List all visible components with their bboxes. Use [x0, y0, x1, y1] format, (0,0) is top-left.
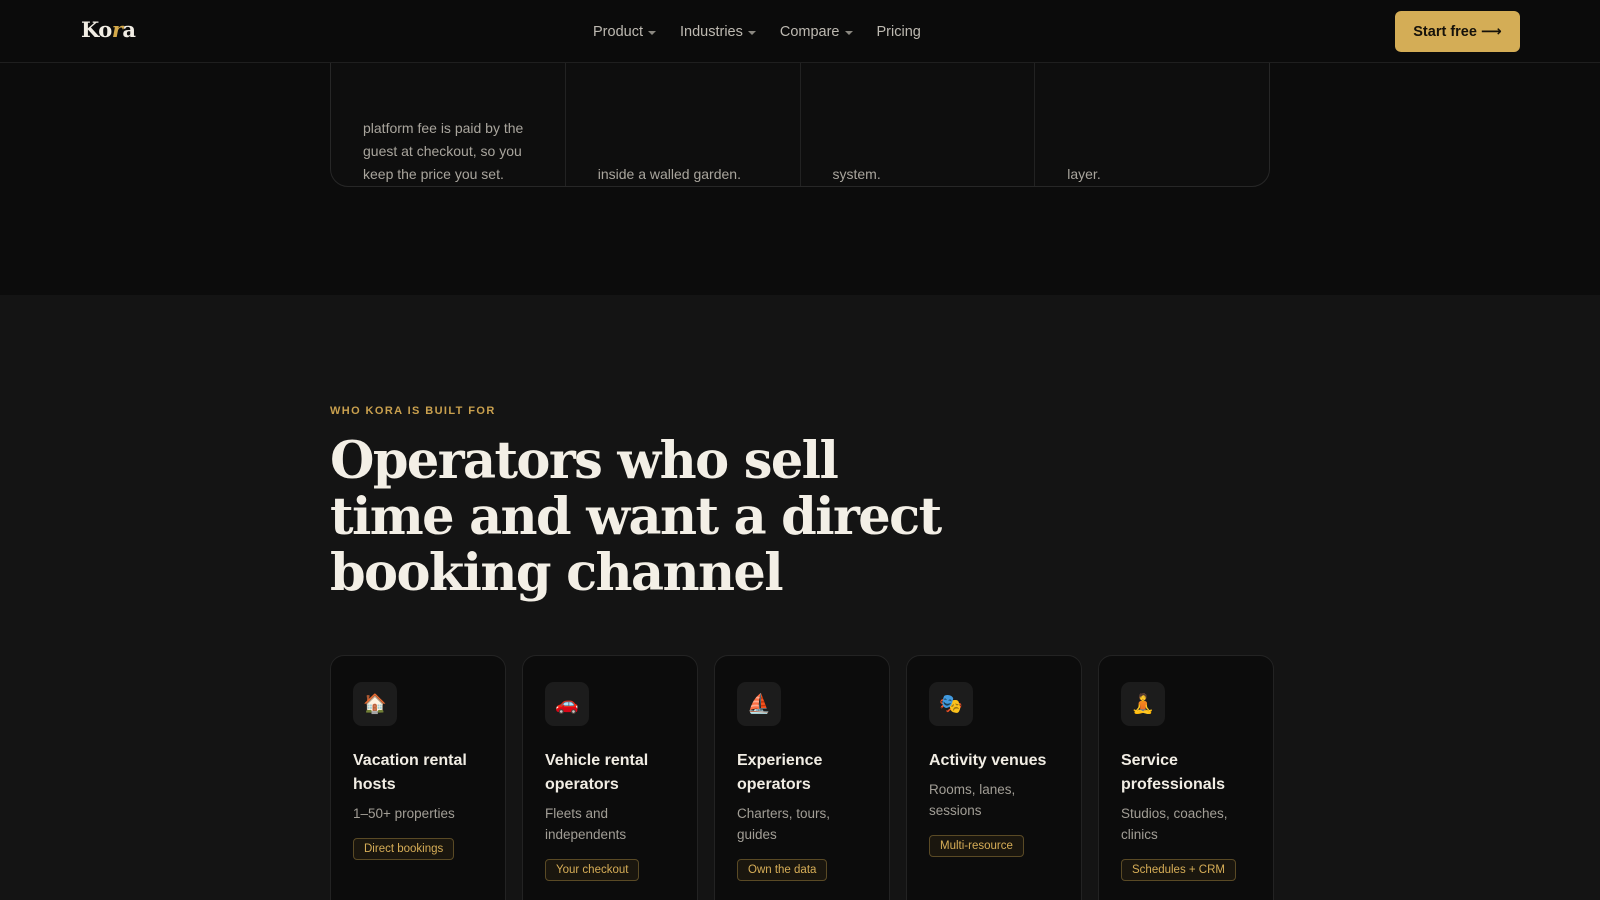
audience-card-subtitle: Studios, coaches, clinics: [1121, 806, 1228, 842]
audience-card-tag: Own the data: [737, 859, 828, 881]
feature-card-text: inside a walled garden.: [597, 166, 741, 182]
section-headline: Operators who sell time and want a direc…: [330, 431, 942, 603]
nav-pricing[interactable]: Pricing: [877, 24, 921, 40]
nav-compare[interactable]: Compare: [780, 24, 853, 40]
meditation-icon: 🧘: [1121, 682, 1165, 726]
site-header: Kora Product Industries Compare Pricing …: [0, 0, 1600, 63]
nav-industries[interactable]: Industries: [680, 24, 756, 40]
audience-card-row: 🏠 Vacation rental hosts 1–50+ properties…: [330, 655, 1274, 900]
audience-card-subtitle: 1–50+ properties: [353, 806, 455, 821]
car-icon: 🚗: [545, 682, 589, 726]
audience-card-tag: Schedules + CRM: [1121, 859, 1236, 881]
feature-card-text: layer.: [1067, 166, 1101, 182]
sailboat-icon: ⛵: [737, 682, 781, 726]
arrow-right-icon: ⟶: [1480, 23, 1502, 40]
chevron-down-icon: [647, 30, 656, 35]
audience-card-title: Experience operators: [737, 752, 823, 793]
main-nav: Product Industries Compare Pricing: [593, 0, 921, 63]
audience-card-service-professionals[interactable]: 🧘 Service professionals Studios, coaches…: [1098, 655, 1274, 900]
built-for-section: WHO KORA IS BUILT FOR Operators who sell…: [0, 295, 1600, 900]
nav-product[interactable]: Product: [593, 24, 656, 40]
section-eyebrow: WHO KORA IS BUILT FOR: [330, 405, 496, 417]
theater-masks-icon: 🎭: [929, 682, 973, 726]
audience-card-tag: Direct bookings: [353, 838, 455, 860]
audience-card-title: Activity venues: [929, 752, 1047, 769]
kora-logo[interactable]: Kora: [81, 17, 136, 42]
audience-card-vacation-rental[interactable]: 🏠 Vacation rental hosts 1–50+ properties…: [330, 655, 506, 900]
start-free-button[interactable]: Start free ⟶: [1395, 11, 1520, 52]
audience-card-title: Vehicle rental operators: [545, 752, 649, 793]
logo-text-accent: r: [111, 17, 123, 42]
audience-card-subtitle: Rooms, lanes, sessions: [929, 782, 1016, 818]
audience-card-activity-venues[interactable]: 🎭 Activity venues Rooms, lanes, sessions…: [906, 655, 1082, 900]
start-free-label: Start free: [1413, 23, 1477, 40]
audience-card-subtitle: Charters, tours, guides: [737, 806, 831, 842]
logo-text-prefix: Ko: [81, 17, 112, 42]
audience-card-title: Vacation rental hosts: [353, 752, 467, 793]
nav-pricing-label: Pricing: [876, 23, 921, 40]
audience-card-experience-operators[interactable]: ⛵ Experience operators Charters, tours, …: [714, 655, 890, 900]
feature-card-text: system.: [832, 166, 881, 182]
audience-card-title: Service professionals: [1121, 752, 1226, 793]
nav-industries-label: Industries: [679, 23, 743, 40]
feature-card-text: platform fee is paid by the guest at che…: [363, 120, 524, 182]
chevron-down-icon: [844, 30, 853, 35]
audience-card-tag: Your checkout: [545, 859, 640, 881]
audience-card-vehicle-rental[interactable]: 🚗 Vehicle rental operators Fleets and in…: [522, 655, 698, 900]
house-icon: 🏠: [353, 682, 397, 726]
audience-card-tag: Multi-resource: [929, 835, 1024, 857]
logo-text-suffix: a: [122, 17, 136, 42]
chevron-down-icon: [747, 30, 756, 35]
nav-compare-label: Compare: [779, 23, 840, 40]
nav-product-label: Product: [593, 23, 643, 40]
audience-card-subtitle: Fleets and independents: [545, 806, 627, 842]
